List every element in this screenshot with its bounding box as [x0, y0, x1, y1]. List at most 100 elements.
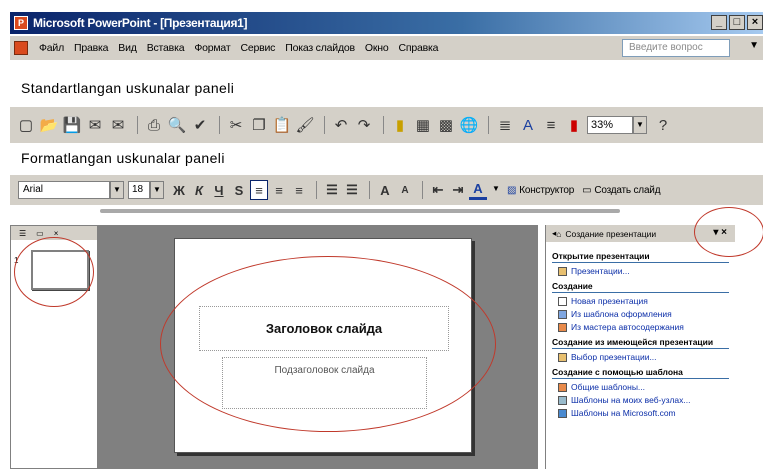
toolbar-scrollbar[interactable] [100, 209, 620, 213]
color-grayscale-icon[interactable]: ▮ [564, 115, 584, 135]
increase-font-icon[interactable]: A [376, 180, 394, 200]
powerpoint-app-icon[interactable]: P [14, 16, 28, 30]
separator [369, 181, 370, 199]
cut-icon[interactable]: ✂ [226, 115, 246, 135]
size-dropdown-icon[interactable]: ▼ [150, 181, 164, 199]
section-heading: Создание из имеющейся презентации [552, 337, 729, 349]
folder-icon [558, 266, 567, 276]
link-label: Из шаблона оформления [571, 309, 672, 319]
show-grid-icon[interactable]: ≡ [541, 115, 561, 135]
expand-all-icon[interactable]: ≣ [495, 115, 515, 135]
window-controls: _ □ × [711, 15, 763, 30]
permission-icon[interactable]: ✉ [85, 115, 105, 135]
font-size-input[interactable]: 18 [128, 181, 150, 199]
section-heading: Создание [552, 281, 729, 293]
link-open-presentations[interactable]: Презентации... [558, 266, 729, 276]
font-dropdown-icon[interactable]: ▼ [110, 181, 124, 199]
zoom-dropdown-icon[interactable]: ▼ [633, 116, 647, 134]
font-name-input[interactable]: Arial [18, 181, 110, 199]
help-search-input[interactable]: Введите вопрос [622, 39, 730, 57]
tables-borders-icon[interactable]: ▩ [436, 115, 456, 135]
globe-icon [558, 408, 567, 418]
chevron-down-icon[interactable]: ▼ [749, 40, 759, 51]
design-icon: ▨ [507, 184, 517, 196]
separator [316, 181, 317, 199]
menu-format[interactable]: Формат [189, 42, 235, 54]
new-slide-icon: ▭ [582, 184, 592, 196]
italic-icon[interactable]: К [190, 180, 208, 200]
show-formatting-icon[interactable]: A [518, 115, 538, 135]
open-icon[interactable]: 📂 [39, 115, 59, 135]
home-icon[interactable]: ⌂ [556, 229, 561, 239]
task-pane: ◂ ⌂ Создание презентации ▾ × Открытие пр… [545, 225, 735, 469]
underline-icon[interactable]: Ч [210, 180, 228, 200]
redo-icon[interactable]: ↷ [354, 115, 374, 135]
design-label: Конструктор [519, 184, 575, 196]
font-color-dropdown-icon[interactable]: ▼ [489, 181, 503, 199]
outline-tab-icon[interactable]: ☰ [19, 229, 26, 238]
format-painter-icon[interactable]: 🖌 [295, 115, 315, 135]
print-preview-icon[interactable]: 🔍 [167, 115, 187, 135]
new-slide-label: Создать слайд [594, 184, 661, 196]
link-templates-my-websites[interactable]: Шаблоны на моих веб-узлах... [558, 395, 729, 405]
link-general-templates[interactable]: Общие шаблоны... [558, 382, 729, 392]
section-heading: Открытие презентации [552, 251, 729, 263]
link-label: Шаблоны на моих веб-узлах... [571, 395, 691, 405]
close-button[interactable]: × [747, 15, 763, 30]
email-icon[interactable]: ✉ [108, 115, 128, 135]
task-pane-title: Создание презентации [565, 228, 657, 239]
help-icon[interactable]: ? [653, 115, 673, 135]
align-right-icon[interactable]: ≡ [290, 180, 308, 200]
insert-chart-icon[interactable]: ▮ [390, 115, 410, 135]
section-heading: Создание с помощью шаблона [552, 367, 729, 379]
link-new-presentation[interactable]: Новая презентация [558, 296, 729, 306]
new-slide-button[interactable]: ▭ Создать слайд [578, 185, 664, 196]
link-from-design-template[interactable]: Из шаблона оформления [558, 309, 729, 319]
decrease-indent-icon[interactable]: ⇤ [429, 180, 447, 200]
copy-icon[interactable]: ❐ [249, 115, 269, 135]
menu-tools[interactable]: Сервис [235, 42, 280, 54]
slides-tab-icon[interactable]: ▭ [36, 229, 44, 238]
undo-icon[interactable]: ↶ [331, 115, 351, 135]
menu-insert[interactable]: Вставка [142, 42, 190, 54]
insert-table-icon[interactable]: ▦ [413, 115, 433, 135]
link-autocontent-wizard[interactable]: Из мастера автосодержания [558, 322, 729, 332]
bold-icon[interactable]: Ж [170, 180, 188, 200]
link-label: Выбор презентации... [571, 352, 657, 362]
shadow-icon[interactable]: S [230, 180, 248, 200]
numbering-icon[interactable]: ☰ [323, 180, 341, 200]
formatting-toolbar-label: Formatlangan uskunalar paneli [21, 150, 225, 166]
align-left-icon[interactable]: ≡ [250, 180, 268, 200]
link-choose-presentation[interactable]: Выбор презентации... [558, 352, 729, 362]
print-icon[interactable]: ⎙ [144, 115, 164, 135]
link-label: Из мастера автосодержания [571, 322, 684, 332]
menu-window[interactable]: Окно [360, 42, 394, 54]
bullets-icon[interactable]: ☰ [343, 180, 361, 200]
menu-slideshow[interactable]: Показ слайдов [280, 42, 360, 54]
wizard-icon [558, 322, 567, 332]
design-button[interactable]: ▨ Конструктор [503, 185, 578, 196]
web-folder-icon [558, 395, 567, 405]
new-icon[interactable]: ▢ [16, 115, 36, 135]
menu-help[interactable]: Справка [394, 42, 444, 54]
paste-icon[interactable]: 📋 [272, 115, 292, 135]
maximize-button[interactable]: □ [729, 15, 745, 30]
font-color-icon[interactable]: A [469, 180, 487, 200]
decrease-font-icon[interactable]: A [396, 180, 414, 200]
menu-view[interactable]: Вид [113, 42, 141, 54]
minimize-button[interactable]: _ [711, 15, 727, 30]
menu-file[interactable]: Файл [34, 42, 69, 54]
link-label: Новая презентация [571, 296, 648, 306]
zoom-input[interactable]: 33% [587, 116, 633, 134]
separator [422, 181, 423, 199]
link-templates-microsoft-com[interactable]: Шаблоны на Microsoft.com [558, 408, 729, 418]
templates-icon [558, 382, 567, 392]
save-icon[interactable]: 💾 [62, 115, 82, 135]
align-center-icon[interactable]: ≡ [270, 180, 288, 200]
insert-hyperlink-icon[interactable]: 🌐 [459, 115, 479, 135]
document-icon[interactable] [14, 41, 28, 55]
menu-edit[interactable]: Правка [69, 42, 113, 54]
standard-toolbar-label: Standartlangan uskunalar paneli [21, 80, 235, 96]
increase-indent-icon[interactable]: ⇥ [449, 180, 467, 200]
spelling-icon[interactable]: ✔ [190, 115, 210, 135]
